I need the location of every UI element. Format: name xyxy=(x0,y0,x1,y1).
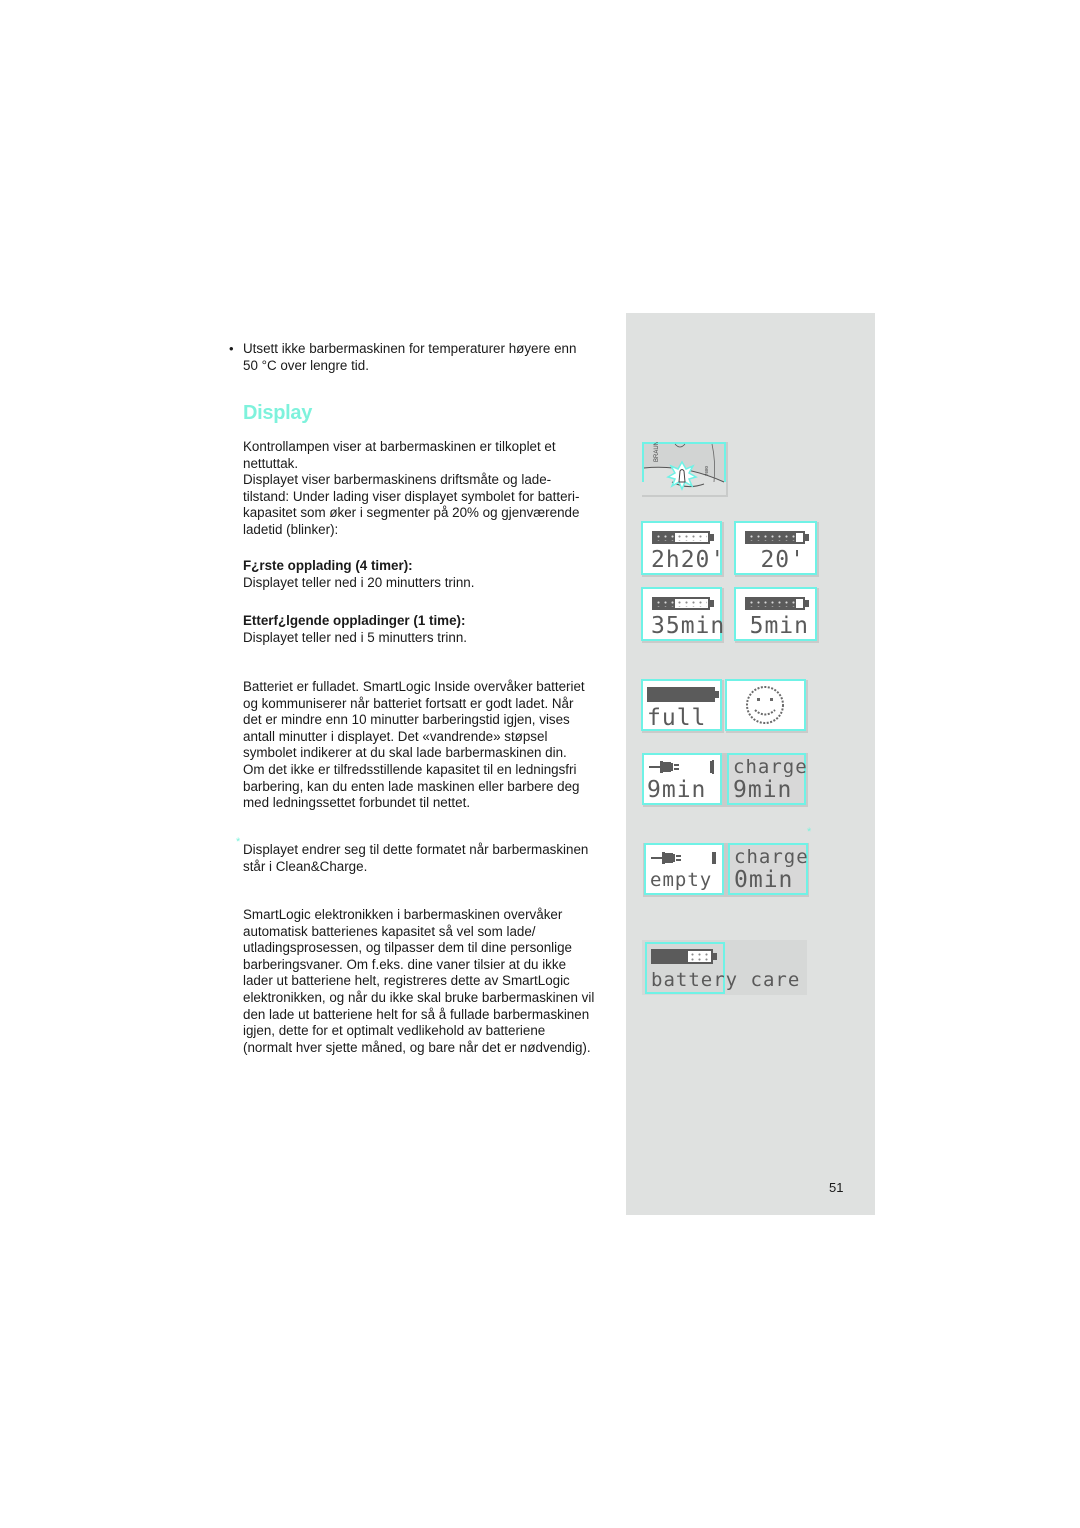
footnote-paragraph: Displayet endrer seg til dette formatet … xyxy=(243,842,615,875)
battery-frame xyxy=(651,949,713,964)
text-line: det er mindre enn 10 minutter barberings… xyxy=(243,712,570,728)
lcd-text: 2h20' xyxy=(651,547,726,573)
battery-icon xyxy=(651,949,713,964)
text-line: utladingsprosessen, og tilpasser dem til… xyxy=(243,940,573,956)
subsequent-charge-block: Etterf¿lgende oppladinger (1 time): Disp… xyxy=(243,613,615,646)
battery-frame xyxy=(652,531,710,544)
text-line: Om det ikke er tilfredsstillende kapasit… xyxy=(243,761,577,777)
text-line: lader ut batteriene helt, registreres de… xyxy=(243,973,570,989)
subsequent-charge-heading: Etterf¿lgende oppladinger (1 time): xyxy=(243,613,466,628)
smartlogic-paragraph: SmartLogic elektronikken i barbermaskine… xyxy=(243,907,615,1056)
text-line: elektronikken, og når du ikke skal bruke… xyxy=(243,989,595,1005)
lcd-text-line1: charge xyxy=(734,846,809,868)
text-line: (normalt hver sjette måned, og bare når … xyxy=(243,1039,591,1055)
battery-fill xyxy=(647,687,715,702)
section-title: Display xyxy=(243,402,313,424)
battery-frame xyxy=(745,597,805,610)
text-line: kapasitet som øker i segmenter på 20% og… xyxy=(243,505,580,521)
shaver-illustration: BRAUN 7680 xyxy=(642,442,726,495)
lcd-text: 9min xyxy=(647,777,707,803)
text-line: tilstand: Under lading viser displayet s… xyxy=(243,488,580,504)
text-line: barberingsvaner. Om f.eks. dine vaner ti… xyxy=(243,956,567,972)
battery-frame xyxy=(745,531,805,544)
battery-icon xyxy=(652,597,710,610)
battery-icon xyxy=(647,687,715,702)
text-line: Displayet viser barbermaskinens driftsmå… xyxy=(243,472,552,488)
battery-tip xyxy=(713,953,717,960)
text-line: SmartLogic elektronikken i barbermaskine… xyxy=(243,907,563,922)
text-line: ladetid (blinker): xyxy=(243,521,339,537)
battery-icon xyxy=(652,531,710,544)
pilot-lamp-blink-icon: BRAUN 7680 xyxy=(642,442,726,495)
text-line: Displayet endrer seg til dette formatet … xyxy=(243,842,589,857)
plug-icon xyxy=(651,852,716,864)
text-line: antall minutter i displayet. Det «vandre… xyxy=(243,728,548,744)
lcd-battery-care: battery care xyxy=(645,942,799,994)
subsequent-charge-text: Displayet teller ned i 5 minutters trinn… xyxy=(243,629,468,645)
battery-icon xyxy=(745,531,805,544)
battery-icon xyxy=(745,597,805,610)
battery-tip xyxy=(805,600,809,607)
text-line: Utsett ikke barbermaskinen for temperatu… xyxy=(243,341,577,356)
text-line: og kommuniserer når batteriet fortsatt e… xyxy=(243,695,574,711)
lcd-first-charge-20: 20' xyxy=(734,521,817,575)
lcd-charge-5min: 5min xyxy=(734,587,817,641)
text-line: igjen, dette for et optimalt vedlikehold… xyxy=(243,1023,546,1039)
battery-frame xyxy=(652,597,710,610)
brand-label: BRAUN xyxy=(654,442,660,462)
text-line: Batteriet er fulladet. SmartLogic Inside… xyxy=(243,679,585,694)
lcd-clean-charge-9min: charge 9min xyxy=(727,753,808,805)
lcd-full: full xyxy=(641,679,722,731)
lcd-text-line2: 9min xyxy=(733,777,793,803)
lcd-text: battery care xyxy=(651,969,801,991)
bullet-icon: • xyxy=(229,341,234,356)
footnote-marker: * xyxy=(807,826,812,838)
battery-tip xyxy=(715,691,719,698)
lcd-low-9min: 9min xyxy=(642,753,722,805)
battery-tip xyxy=(710,600,714,607)
lcd-text: full xyxy=(647,705,707,731)
lcd-text: empty xyxy=(650,869,713,891)
model-label: 7680 xyxy=(704,465,709,476)
first-charge-heading: F¿rste opplading (4 timer): xyxy=(243,558,413,573)
first-charge-block: F¿rste opplading (4 timer): Displayet te… xyxy=(243,558,615,591)
lcd-text: 5min xyxy=(749,613,809,639)
lcd-text-line1: charge xyxy=(733,756,808,778)
warning-text: Utsett ikke barbermaskinen for temperatu… xyxy=(243,341,615,374)
lcd-text-line2: 0min xyxy=(734,867,794,893)
text-line: automatisk batterienes kapasitet så vel … xyxy=(243,923,536,939)
text-line: den lade ut batteriene helt for så å ful… xyxy=(243,1006,590,1022)
battery-tip xyxy=(710,534,714,541)
lcd-text: 35min xyxy=(651,613,726,639)
battery-tip xyxy=(805,534,809,541)
text-line: Kontrollampen viser at barbermaskinen er… xyxy=(243,439,556,454)
lcd-clean-charge-0min: charge 0min xyxy=(728,843,808,895)
smiley-icon xyxy=(746,686,784,724)
intro-paragraph: Kontrollampen viser at barbermaskinen er… xyxy=(243,439,615,539)
lcd-text: 20' xyxy=(760,547,805,573)
page-number: 51 xyxy=(829,1180,844,1195)
full-charge-paragraph: Batteriet er fulladet. SmartLogic Inside… xyxy=(243,679,615,812)
text-line: barbering, kan du enten lade maskinen el… xyxy=(243,778,580,794)
lcd-smiley xyxy=(725,679,806,731)
text-line: med ledningssettet forbundet til nettet. xyxy=(243,795,471,811)
text-line: nettuttak. xyxy=(243,455,299,471)
lcd-first-charge-2h20: 2h20' xyxy=(641,521,726,575)
text-line: symbolet indikerer at du skal lade barbe… xyxy=(243,745,567,761)
first-charge-text: Displayet teller ned i 20 minutters trin… xyxy=(243,574,475,590)
lcd-charge-35min: 35min xyxy=(641,587,726,641)
plug-icon xyxy=(649,760,714,774)
footnote-marker: * xyxy=(236,836,241,848)
lcd-empty: empty xyxy=(644,843,724,895)
text-line: står i Clean&Charge. xyxy=(243,858,368,874)
text-line: 50 °C over lengre tid. xyxy=(243,357,369,373)
